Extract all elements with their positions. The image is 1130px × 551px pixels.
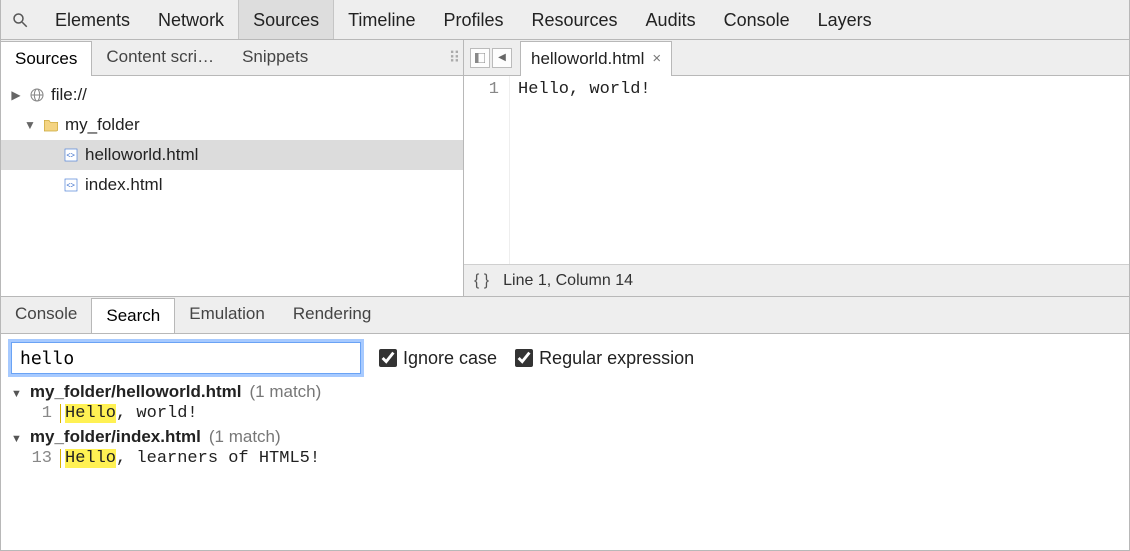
nav-tab-sources[interactable]: Sources [1,41,92,76]
ignore-case-input[interactable] [379,349,397,367]
search-results: ▼ my_folder/helloworld.html (1 match) 1 … [11,382,1119,468]
drawer-tab-emulation[interactable]: Emulation [175,297,279,333]
regex-checkbox[interactable]: Regular expression [515,348,694,369]
tree-file[interactable]: <> index.html [1,170,463,200]
cursor-position: Line 1, Column 14 [503,272,633,290]
chevron-down-icon: ▼ [11,433,22,445]
result-file-count: (1 match) [249,382,321,402]
tree-file-label: helloworld.html [85,145,198,165]
drawer-tab-rendering[interactable]: Rendering [279,297,385,333]
result-line[interactable]: 1 Hello, world! [15,404,1119,423]
match-highlight: Hello [65,404,116,423]
ignore-case-checkbox[interactable]: Ignore case [379,348,497,369]
result-file-path: my_folder/index.html [30,427,201,447]
editor-content[interactable]: Hello, world! [510,76,1129,264]
line-number: 1 [468,80,499,99]
chevron-down-icon: ▼ [11,388,22,400]
tab-timeline[interactable]: Timeline [334,0,429,39]
result-file[interactable]: ▼ my_folder/helloworld.html (1 match) [11,382,1119,402]
result-line-text: Hello, learners of HTML5! [61,449,320,468]
chevron-down-icon: ▼ [23,118,37,132]
drawer: Console Search Emulation Rendering Ignor… [1,296,1129,476]
tree-root[interactable]: ▶ file:// [1,80,463,110]
regex-label: Regular expression [539,348,694,369]
editor-tabbar: ◀ helloworld.html × [464,40,1129,76]
search-icon[interactable] [7,7,33,33]
drawer-tab-search[interactable]: Search [91,298,175,334]
pretty-print-icon[interactable]: { } [474,272,489,290]
code-editor[interactable]: 1 Hello, world! [464,76,1129,264]
tree-file-label: index.html [85,175,162,195]
editor-pane: ◀ helloworld.html × 1 Hello, world! { } … [464,40,1129,296]
tree-file[interactable]: <> helloworld.html [1,140,463,170]
drawer-tab-console[interactable]: Console [1,297,91,333]
nav-tab-content-scripts[interactable]: Content scri… [92,40,228,75]
file-tree: ▶ file:// ▼ my_folder <> hello [1,76,463,296]
editor-statusbar: { } Line 1, Column 14 [464,264,1129,296]
globe-icon [27,87,47,103]
tree-folder-label: my_folder [65,115,140,135]
result-line[interactable]: 13 Hello, learners of HTML5! [15,449,1119,468]
svg-text:<>: <> [66,151,75,160]
navigator-toggle-icon[interactable] [470,48,490,68]
result-line-text: Hello, world! [61,404,198,423]
chevron-right-icon: ▶ [9,88,23,102]
tab-layers[interactable]: Layers [804,0,886,39]
tab-resources[interactable]: Resources [518,0,632,39]
editor-gutter: 1 [464,76,510,264]
tree-folder[interactable]: ▼ my_folder [1,110,463,140]
editor-file-tab-label: helloworld.html [531,49,644,69]
tab-elements[interactable]: Elements [41,0,144,39]
tree-root-label: file:// [51,85,87,105]
close-icon[interactable]: × [652,50,661,67]
tab-audits[interactable]: Audits [632,0,710,39]
nav-tab-snippets[interactable]: Snippets [228,40,322,75]
ignore-case-label: Ignore case [403,348,497,369]
navigator-pane: Sources Content scri… Snippets ⠿ ▶ file:… [1,40,464,296]
match-highlight: Hello [65,449,116,468]
svg-text:<>: <> [66,181,75,190]
editor-file-tab[interactable]: helloworld.html × [520,41,672,76]
search-input[interactable] [11,342,361,374]
folder-icon [41,118,61,132]
html-file-icon: <> [61,147,81,163]
regex-input[interactable] [515,349,533,367]
html-file-icon: <> [61,177,81,193]
drawer-body: Ignore case Regular expression ▼ my_fold… [1,333,1129,476]
devtools-main-tabs: Elements Network Sources Timeline Profil… [1,0,1129,40]
result-line-number: 13 [15,449,61,468]
tab-network[interactable]: Network [144,0,238,39]
drag-handle-icon[interactable]: ⠿ [443,48,463,68]
tab-profiles[interactable]: Profiles [429,0,517,39]
drawer-tabs: Console Search Emulation Rendering [1,297,1129,333]
result-file[interactable]: ▼ my_folder/index.html (1 match) [11,427,1119,447]
navigator-tabs: Sources Content scri… Snippets ⠿ [1,40,463,76]
tab-console[interactable]: Console [710,0,804,39]
result-file-path: my_folder/helloworld.html [30,382,242,402]
tab-sources[interactable]: Sources [238,0,334,39]
result-line-number: 1 [15,404,61,423]
nav-back-icon[interactable]: ◀ [492,48,512,68]
result-file-count: (1 match) [209,427,281,447]
